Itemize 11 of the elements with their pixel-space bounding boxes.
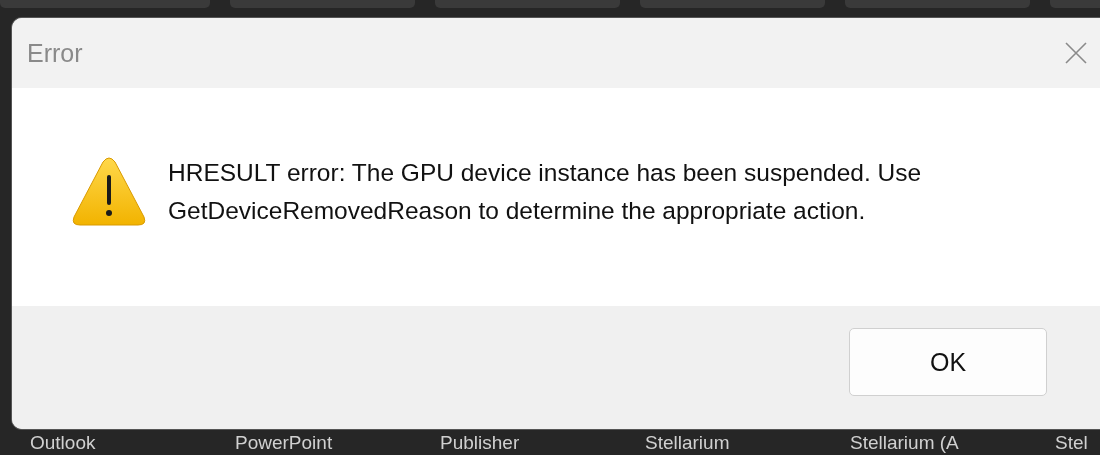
app-label[interactable]: Publisher — [440, 432, 645, 454]
app-label[interactable]: Stellarium (A — [850, 432, 1055, 454]
ok-button[interactable]: OK — [849, 328, 1047, 396]
error-message: HRESULT error: The GPU device instance has been suspended. Use GetDeviceRemovedReason to determine the appropriate action. — [168, 158, 923, 226]
window-title: Error — [27, 38, 83, 68]
app-label[interactable]: Stel — [1055, 432, 1100, 454]
app-label[interactable]: PowerPoint — [235, 432, 440, 454]
app-label[interactable]: Outlook — [30, 432, 235, 454]
app-label[interactable]: Stellarium — [645, 432, 850, 454]
warning-icon — [72, 157, 146, 227]
close-icon — [1064, 41, 1088, 65]
